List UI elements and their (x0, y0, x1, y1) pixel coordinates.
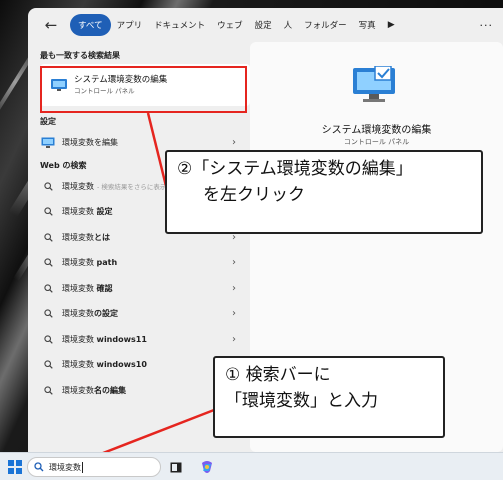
web-result-text: 環境変数 path (62, 257, 117, 268)
tab-documents[interactable]: ドキュメント (148, 14, 211, 36)
step1-line1: ① 検索バーに (225, 365, 331, 385)
back-arrow-icon[interactable]: ← (40, 14, 62, 36)
tab-folders[interactable]: フォルダー (298, 14, 353, 36)
step2-line2: を左クリック (203, 185, 305, 205)
detail-title: システム環境変数の編集 (321, 125, 432, 136)
best-match-header: 最も一致する検索結果 (40, 51, 120, 60)
chevron-right-icon: › (232, 333, 236, 345)
web-result-hint: - 検索結果をさらに表示 (97, 183, 167, 192)
search-icon (34, 462, 44, 472)
web-result-text: 環境変数 設定 (62, 206, 113, 217)
step1-line2: 「環境変数」と入力 (225, 391, 378, 411)
tab-all[interactable]: すべて (70, 14, 111, 36)
chevron-right-icon: › (232, 282, 236, 294)
search-icon (40, 284, 56, 293)
step1-callout: ① 検索バーに 「環境変数」と入力 (213, 356, 445, 438)
web-result-text: 環境変数名の編集 (62, 385, 126, 396)
chevron-right-icon: › (232, 308, 236, 320)
windows-start-icon[interactable] (8, 460, 22, 474)
tab-photos[interactable]: 写真 (353, 14, 382, 36)
web-result-suggestion: とは (94, 232, 110, 242)
search-icon (40, 386, 56, 395)
web-result-suggestion: 確認 (96, 283, 113, 293)
search-icon (40, 309, 56, 318)
web-result-query: 環境変数 (62, 334, 97, 344)
web-result-text: 環境変数とは (62, 232, 110, 243)
web-result-row[interactable]: 環境変数 確認 › (40, 276, 250, 302)
search-icon (40, 335, 56, 344)
search-icon (40, 360, 56, 369)
more-tabs-play-icon[interactable]: ▶ (382, 14, 401, 36)
tab-apps[interactable]: アプリ (111, 14, 149, 36)
web-result-text: 環境変数の設定 (62, 308, 118, 319)
task-view-icon[interactable] (170, 462, 182, 473)
web-result-text: 環境変数 windows11 (62, 334, 147, 345)
web-result-row[interactable]: 環境変数 path › (40, 250, 250, 276)
web-result-query: 環境変数 (62, 385, 94, 395)
web-result-suggestion: 設定 (96, 207, 113, 217)
web-result-suggestion: windows10 (96, 360, 147, 370)
detail-subtitle: コントロール パネル (343, 138, 410, 146)
web-result-query: 環境変数 (62, 207, 97, 217)
web-result-query: 環境変数 (62, 258, 97, 268)
chevron-right-icon: › (232, 257, 236, 269)
web-result-query: 環境変数 (62, 360, 97, 370)
web-result-query: 環境変数 (62, 283, 97, 293)
web-result-text: 環境変数 windows10 (62, 359, 147, 370)
web-result-query: 環境変数 (62, 309, 94, 319)
web-result-suggestion: の設定 (94, 309, 118, 319)
system-properties-icon (353, 66, 395, 102)
search-icon (40, 207, 56, 216)
taskbar: 環境変数 (0, 452, 503, 480)
tab-people[interactable]: 人 (278, 14, 299, 36)
step2-line1: ②「システム環境変数の編集」 (177, 159, 413, 179)
taskbar-search-value: 環境変数 (49, 462, 81, 472)
best-match-highlight (40, 66, 247, 113)
web-result-suggestion: 名の編集 (94, 385, 126, 395)
search-icon (40, 233, 56, 242)
web-result-row[interactable]: 環境変数 windows11 › (40, 327, 250, 353)
web-result-suggestion: path (96, 258, 118, 268)
taskbar-search-input[interactable]: 環境変数 (27, 457, 161, 477)
settings-item-label: 環境変数を編集 (62, 138, 118, 148)
search-icon (40, 258, 56, 267)
chevron-right-icon: › (232, 137, 236, 149)
search-tab-bar: ← すべて アプリ ドキュメント ウェブ 設定 人 フォルダー 写真 ▶ ··· (28, 8, 503, 42)
copilot-icon[interactable] (199, 459, 215, 475)
web-result-row[interactable]: 環境変数の設定 › (40, 301, 250, 327)
web-result-text: 環境変数 確認 (62, 283, 113, 294)
more-options-icon[interactable]: ··· (480, 19, 494, 32)
tab-web[interactable]: ウェブ (211, 14, 249, 36)
text-cursor (82, 461, 83, 473)
web-result-suggestion: windows11 (96, 334, 147, 344)
web-result-query: 環境変数 (62, 232, 94, 242)
search-icon (40, 182, 56, 191)
system-properties-icon (41, 137, 55, 149)
tab-settings[interactable]: 設定 (249, 14, 278, 36)
settings-header: 設定 (40, 117, 56, 126)
web-result-text: 環境変数 (62, 181, 94, 191)
step2-callout: ②「システム環境変数の編集」 を左クリック (165, 150, 483, 234)
